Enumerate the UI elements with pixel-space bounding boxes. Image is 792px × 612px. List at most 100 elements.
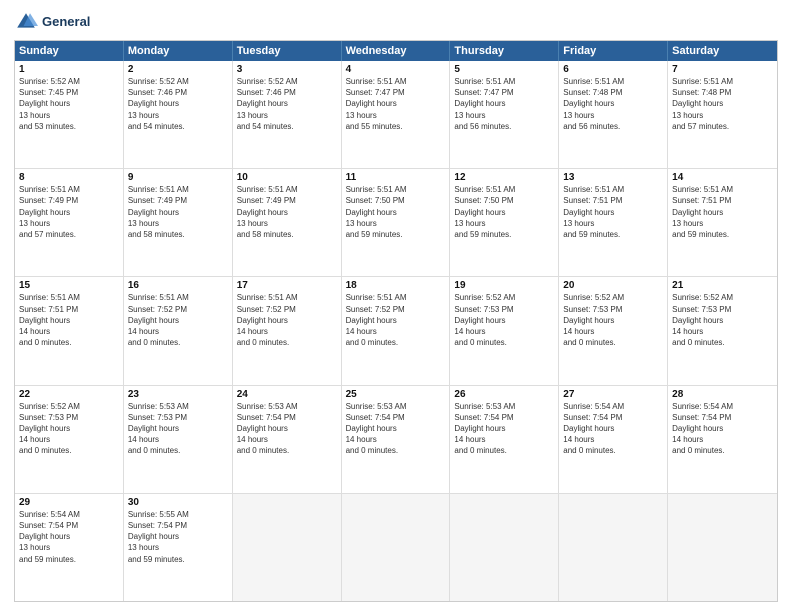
calendar-cell-7: 7Sunrise: 5:51 AMSunset: 7:48 PMDaylight…: [668, 61, 777, 168]
calendar-cell-empty: [668, 494, 777, 601]
calendar-cell-6: 6Sunrise: 5:51 AMSunset: 7:48 PMDaylight…: [559, 61, 668, 168]
logo-icon: [14, 10, 38, 34]
cell-day-number: 2: [128, 64, 228, 75]
logo: General: [14, 10, 90, 34]
calendar: SundayMondayTuesdayWednesdayThursdayFrid…: [14, 40, 778, 602]
calendar-cell-24: 24Sunrise: 5:53 AMSunset: 7:54 PMDayligh…: [233, 386, 342, 493]
cell-sun-info: Sunrise: 5:51 AMSunset: 7:50 PMDaylight …: [346, 184, 446, 240]
calendar-cell-26: 26Sunrise: 5:53 AMSunset: 7:54 PMDayligh…: [450, 386, 559, 493]
cell-sun-info: Sunrise: 5:54 AMSunset: 7:54 PMDaylight …: [563, 401, 663, 457]
cell-day-number: 11: [346, 172, 446, 183]
cell-day-number: 17: [237, 280, 337, 291]
day-header-monday: Monday: [124, 41, 233, 61]
calendar-cell-14: 14Sunrise: 5:51 AMSunset: 7:51 PMDayligh…: [668, 169, 777, 276]
cell-day-number: 3: [237, 64, 337, 75]
cell-sun-info: Sunrise: 5:51 AMSunset: 7:52 PMDaylight …: [237, 292, 337, 348]
cell-sun-info: Sunrise: 5:51 AMSunset: 7:51 PMDaylight …: [563, 184, 663, 240]
cell-sun-info: Sunrise: 5:53 AMSunset: 7:53 PMDaylight …: [128, 401, 228, 457]
cell-sun-info: Sunrise: 5:51 AMSunset: 7:50 PMDaylight …: [454, 184, 554, 240]
calendar-row-1: 1Sunrise: 5:52 AMSunset: 7:45 PMDaylight…: [15, 61, 777, 168]
cell-day-number: 30: [128, 497, 228, 508]
calendar-header: SundayMondayTuesdayWednesdayThursdayFrid…: [15, 41, 777, 61]
cell-sun-info: Sunrise: 5:52 AMSunset: 7:53 PMDaylight …: [19, 401, 119, 457]
cell-day-number: 9: [128, 172, 228, 183]
cell-day-number: 21: [672, 280, 773, 291]
cell-sun-info: Sunrise: 5:51 AMSunset: 7:49 PMDaylight …: [128, 184, 228, 240]
cell-sun-info: Sunrise: 5:51 AMSunset: 7:52 PMDaylight …: [346, 292, 446, 348]
cell-sun-info: Sunrise: 5:52 AMSunset: 7:45 PMDaylight …: [19, 76, 119, 132]
cell-day-number: 1: [19, 64, 119, 75]
calendar-cell-27: 27Sunrise: 5:54 AMSunset: 7:54 PMDayligh…: [559, 386, 668, 493]
day-header-thursday: Thursday: [450, 41, 559, 61]
page-header: General: [14, 10, 778, 34]
cell-sun-info: Sunrise: 5:52 AMSunset: 7:53 PMDaylight …: [454, 292, 554, 348]
calendar-cell-3: 3Sunrise: 5:52 AMSunset: 7:46 PMDaylight…: [233, 61, 342, 168]
cell-sun-info: Sunrise: 5:54 AMSunset: 7:54 PMDaylight …: [672, 401, 773, 457]
cell-sun-info: Sunrise: 5:51 AMSunset: 7:51 PMDaylight …: [19, 292, 119, 348]
day-header-saturday: Saturday: [668, 41, 777, 61]
calendar-cell-11: 11Sunrise: 5:51 AMSunset: 7:50 PMDayligh…: [342, 169, 451, 276]
day-header-friday: Friday: [559, 41, 668, 61]
cell-day-number: 8: [19, 172, 119, 183]
calendar-cell-4: 4Sunrise: 5:51 AMSunset: 7:47 PMDaylight…: [342, 61, 451, 168]
calendar-cell-30: 30Sunrise: 5:55 AMSunset: 7:54 PMDayligh…: [124, 494, 233, 601]
calendar-cell-5: 5Sunrise: 5:51 AMSunset: 7:47 PMDaylight…: [450, 61, 559, 168]
logo-text: General: [42, 14, 90, 30]
calendar-cell-29: 29Sunrise: 5:54 AMSunset: 7:54 PMDayligh…: [15, 494, 124, 601]
calendar-cell-17: 17Sunrise: 5:51 AMSunset: 7:52 PMDayligh…: [233, 277, 342, 384]
cell-sun-info: Sunrise: 5:51 AMSunset: 7:49 PMDaylight …: [19, 184, 119, 240]
cell-sun-info: Sunrise: 5:51 AMSunset: 7:48 PMDaylight …: [672, 76, 773, 132]
cell-day-number: 5: [454, 64, 554, 75]
calendar-cell-9: 9Sunrise: 5:51 AMSunset: 7:49 PMDaylight…: [124, 169, 233, 276]
calendar-cell-15: 15Sunrise: 5:51 AMSunset: 7:51 PMDayligh…: [15, 277, 124, 384]
calendar-cell-22: 22Sunrise: 5:52 AMSunset: 7:53 PMDayligh…: [15, 386, 124, 493]
calendar-row-2: 8Sunrise: 5:51 AMSunset: 7:49 PMDaylight…: [15, 168, 777, 276]
cell-day-number: 25: [346, 389, 446, 400]
calendar-cell-1: 1Sunrise: 5:52 AMSunset: 7:45 PMDaylight…: [15, 61, 124, 168]
cell-sun-info: Sunrise: 5:52 AMSunset: 7:53 PMDaylight …: [563, 292, 663, 348]
cell-day-number: 6: [563, 64, 663, 75]
day-header-sunday: Sunday: [15, 41, 124, 61]
cell-sun-info: Sunrise: 5:51 AMSunset: 7:49 PMDaylight …: [237, 184, 337, 240]
cell-day-number: 19: [454, 280, 554, 291]
cell-sun-info: Sunrise: 5:52 AMSunset: 7:46 PMDaylight …: [128, 76, 228, 132]
day-header-tuesday: Tuesday: [233, 41, 342, 61]
cell-sun-info: Sunrise: 5:51 AMSunset: 7:48 PMDaylight …: [563, 76, 663, 132]
cell-day-number: 22: [19, 389, 119, 400]
calendar-cell-23: 23Sunrise: 5:53 AMSunset: 7:53 PMDayligh…: [124, 386, 233, 493]
cell-sun-info: Sunrise: 5:53 AMSunset: 7:54 PMDaylight …: [237, 401, 337, 457]
cell-sun-info: Sunrise: 5:51 AMSunset: 7:51 PMDaylight …: [672, 184, 773, 240]
day-header-wednesday: Wednesday: [342, 41, 451, 61]
calendar-cell-13: 13Sunrise: 5:51 AMSunset: 7:51 PMDayligh…: [559, 169, 668, 276]
cell-day-number: 4: [346, 64, 446, 75]
cell-sun-info: Sunrise: 5:52 AMSunset: 7:53 PMDaylight …: [672, 292, 773, 348]
cell-sun-info: Sunrise: 5:51 AMSunset: 7:52 PMDaylight …: [128, 292, 228, 348]
calendar-cell-empty: [559, 494, 668, 601]
calendar-cell-21: 21Sunrise: 5:52 AMSunset: 7:53 PMDayligh…: [668, 277, 777, 384]
cell-day-number: 20: [563, 280, 663, 291]
calendar-cell-16: 16Sunrise: 5:51 AMSunset: 7:52 PMDayligh…: [124, 277, 233, 384]
calendar-cell-25: 25Sunrise: 5:53 AMSunset: 7:54 PMDayligh…: [342, 386, 451, 493]
cell-day-number: 24: [237, 389, 337, 400]
calendar-cell-empty: [233, 494, 342, 601]
calendar-cell-empty: [450, 494, 559, 601]
cell-sun-info: Sunrise: 5:53 AMSunset: 7:54 PMDaylight …: [346, 401, 446, 457]
calendar-cell-19: 19Sunrise: 5:52 AMSunset: 7:53 PMDayligh…: [450, 277, 559, 384]
calendar-cell-28: 28Sunrise: 5:54 AMSunset: 7:54 PMDayligh…: [668, 386, 777, 493]
calendar-cell-12: 12Sunrise: 5:51 AMSunset: 7:50 PMDayligh…: [450, 169, 559, 276]
cell-sun-info: Sunrise: 5:51 AMSunset: 7:47 PMDaylight …: [346, 76, 446, 132]
cell-day-number: 7: [672, 64, 773, 75]
cell-day-number: 14: [672, 172, 773, 183]
calendar-row-4: 22Sunrise: 5:52 AMSunset: 7:53 PMDayligh…: [15, 385, 777, 493]
cell-day-number: 16: [128, 280, 228, 291]
cell-day-number: 23: [128, 389, 228, 400]
calendar-row-3: 15Sunrise: 5:51 AMSunset: 7:51 PMDayligh…: [15, 276, 777, 384]
cell-sun-info: Sunrise: 5:51 AMSunset: 7:47 PMDaylight …: [454, 76, 554, 132]
calendar-cell-10: 10Sunrise: 5:51 AMSunset: 7:49 PMDayligh…: [233, 169, 342, 276]
cell-day-number: 15: [19, 280, 119, 291]
cell-day-number: 28: [672, 389, 773, 400]
cell-day-number: 18: [346, 280, 446, 291]
calendar-cell-8: 8Sunrise: 5:51 AMSunset: 7:49 PMDaylight…: [15, 169, 124, 276]
cell-sun-info: Sunrise: 5:53 AMSunset: 7:54 PMDaylight …: [454, 401, 554, 457]
calendar-cell-20: 20Sunrise: 5:52 AMSunset: 7:53 PMDayligh…: [559, 277, 668, 384]
